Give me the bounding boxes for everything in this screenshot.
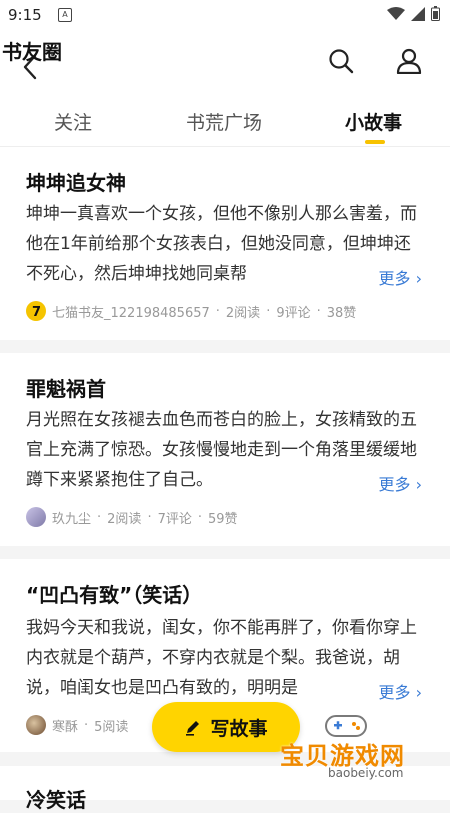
write-story-button[interactable]: 写故事 bbox=[152, 702, 300, 752]
avatar[interactable]: 7 bbox=[26, 301, 46, 321]
more-link[interactable]: 更多 › bbox=[364, 265, 422, 289]
page-title: 书友圈 bbox=[2, 40, 62, 64]
read-count: 5阅读 bbox=[94, 719, 129, 735]
search-icon[interactable] bbox=[328, 48, 354, 74]
separator: · bbox=[147, 509, 152, 525]
avatar[interactable] bbox=[26, 507, 46, 527]
author-name[interactable]: 寒酥 bbox=[52, 716, 78, 735]
watermark-url: baobeiy.com bbox=[328, 766, 404, 780]
seven-cat-logo-icon: 7 bbox=[32, 305, 41, 320]
pencil-icon bbox=[186, 721, 200, 736]
separator: · bbox=[316, 303, 321, 319]
tab-following[interactable]: 关注 bbox=[54, 108, 92, 135]
status-time: 9:15 bbox=[8, 6, 42, 24]
battery-icon bbox=[431, 6, 440, 21]
story-excerpt: 坤坤一真喜欢一个女孩，但他不像别人那么害羞，而他在1年前给那个女孩表白，但她没同… bbox=[26, 204, 417, 284]
status-icons bbox=[387, 6, 440, 21]
story-meta: 寒酥 · 5阅读 bbox=[26, 715, 128, 735]
comment-count: 7评论 bbox=[157, 511, 192, 527]
story-card[interactable]: 坤坤追女神 坤坤一真喜欢一个女孩，但他不像别人那么害羞，而他在1年前给那个女孩表… bbox=[0, 147, 450, 340]
write-story-label: 写故事 bbox=[210, 717, 268, 740]
story-title[interactable]: 坤坤追女神 bbox=[26, 167, 126, 196]
more-link[interactable]: 更多 › bbox=[364, 679, 422, 703]
signal-icon bbox=[411, 6, 425, 21]
separator: · bbox=[84, 717, 89, 733]
avatar[interactable] bbox=[26, 715, 46, 735]
read-count: 2阅读 bbox=[107, 511, 142, 527]
story-title[interactable]: “凹凸有致”（笑话） bbox=[26, 579, 202, 608]
story-title[interactable]: 罪魁祸首 bbox=[26, 373, 106, 402]
like-count: 59赞 bbox=[208, 511, 238, 527]
active-tab-indicator bbox=[365, 140, 385, 144]
app-bar: 书友圈 bbox=[0, 32, 450, 96]
status-bar: 9:15 A bbox=[0, 0, 450, 32]
read-count: 2阅读 bbox=[225, 305, 261, 321]
separator: · bbox=[97, 509, 102, 525]
separator: · bbox=[266, 303, 271, 319]
author-name[interactable]: 玖九尘 bbox=[52, 508, 91, 527]
like-count: 38赞 bbox=[326, 305, 357, 321]
tab-book-square[interactable]: 书荒广场 bbox=[186, 108, 262, 135]
story-meta: 7 七猫书友_122198485657 · 2阅读 · 9评论 · 38赞 bbox=[26, 301, 356, 321]
watermark: 宝贝游戏网 baobeiy.com bbox=[280, 708, 430, 788]
story-excerpt: 我妈今天和我说，闺女，你不能再胖了，你看你穿上内衣就是个葫芦，不穿内衣就是个梨。… bbox=[26, 618, 417, 698]
comment-count: 9评论 bbox=[276, 305, 311, 321]
story-card[interactable]: 罪魁祸首 月光照在女孩褪去血色而苍白的脸上，女孩精致的五官上充满了惊恐。女孩慢慢… bbox=[0, 353, 450, 546]
wifi-icon bbox=[387, 6, 405, 20]
profile-icon[interactable] bbox=[396, 48, 422, 74]
author-name[interactable]: 七猫书友_122198485657 bbox=[52, 302, 210, 321]
svg-text:7: 7 bbox=[32, 305, 41, 320]
more-link[interactable]: 更多 › bbox=[364, 471, 422, 495]
story-title[interactable]: 冷笑话 bbox=[26, 784, 86, 813]
story-excerpt: 月光照在女孩褪去血色而苍白的脸上，女孩精致的五官上充满了惊恐。女孩慢慢地走到一个… bbox=[26, 410, 417, 490]
tab-bar: 关注 书荒广场 小故事 bbox=[0, 96, 450, 147]
notification-icon: A bbox=[58, 8, 72, 22]
tab-short-stories[interactable]: 小故事 bbox=[345, 108, 402, 135]
story-meta: 玖九尘 · 2阅读 · 7评论 · 59赞 bbox=[26, 507, 238, 527]
separator: · bbox=[215, 303, 220, 319]
separator: · bbox=[197, 509, 202, 525]
